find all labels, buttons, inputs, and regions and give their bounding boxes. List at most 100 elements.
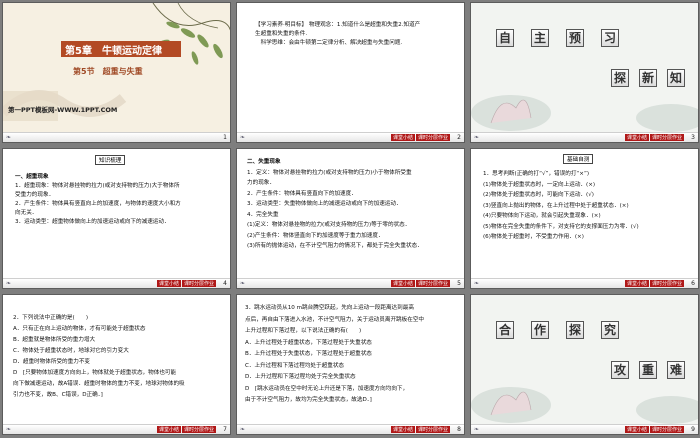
title-char: 难 xyxy=(667,361,685,379)
title-char: 探 xyxy=(611,69,629,87)
section-tag: 知识梳理 xyxy=(95,155,126,165)
text-line: 生超重和失重的条件. xyxy=(255,31,308,37)
nav-homework-button[interactable]: 课时分层作业 xyxy=(415,426,450,433)
nav-homework-button[interactable]: 课时分层作业 xyxy=(181,280,216,287)
text-line: 3．运动类型：失重物体做向上的减速运动或向下的加速运动． xyxy=(247,201,402,207)
slide-thumbnail-4[interactable]: 知识梳理 一、超重现象 1．超重现象：物体对悬挂物的拉力(或对支持物的压力)大于… xyxy=(2,148,231,289)
nav-summary-button[interactable]: 课堂小结 xyxy=(624,426,649,433)
nav-summary-button[interactable]: 课堂小结 xyxy=(390,134,415,141)
section-tag: 基础自测 xyxy=(563,154,594,164)
slide-footer: ❧ 课堂小结 课时分层作业 xyxy=(237,424,464,434)
slide-text: 1．思考判断(正确的打“√”，错误的打“×”) (1)物体处于超重状态时，一定向… xyxy=(483,169,639,243)
leaf-icon: ❧ xyxy=(240,426,246,433)
title-char: 新 xyxy=(639,69,657,87)
nav-summary-button[interactable]: 课堂小结 xyxy=(624,134,649,141)
slide-thumbnail-5[interactable]: 二、失重现象 1．定义：物体对悬挂物的拉力(或对支持物的压力)小于物体所受重 力… xyxy=(236,148,465,289)
text-line: 点后，再自由下落进入水池，不计空气阻力，关于运动员离开跳板在空中 xyxy=(245,316,425,323)
leaf-icon: ❧ xyxy=(240,134,246,141)
nav-homework-button[interactable]: 课时分层作业 xyxy=(649,426,684,433)
slide-thumbnail-8[interactable]: 3．跳水运动员从10 m跳台腾空跃起，先向上运动一段距离达到最高 点后，再自由下… xyxy=(236,294,465,435)
text-line: D．超重时物体所受的重力不变 xyxy=(13,359,91,365)
leaf-icon: ❧ xyxy=(474,426,480,433)
slide-number: 7 xyxy=(223,426,227,433)
nav-summary-button[interactable]: 课堂小结 xyxy=(156,426,181,433)
site-watermark: 第一PPT模板网-WWW.1PPT.COM xyxy=(8,106,118,114)
text-line: 受重力的现象． xyxy=(15,192,55,198)
text-line: (6)物体处于超重时，不受重力作用．(×) xyxy=(483,234,584,240)
footer-nav: 课堂小结 课时分层作业 xyxy=(624,280,684,287)
nav-summary-button[interactable]: 课堂小结 xyxy=(624,280,649,287)
slide-text: 3．跳水运动员从10 m跳台腾空跃起，先向上运动一段距离达到最高 点后，再自由下… xyxy=(245,303,424,407)
nav-homework-button[interactable]: 课时分层作业 xyxy=(649,134,684,141)
title-char: 自 xyxy=(496,29,514,47)
slide-thumbnail-7[interactable]: 2．下列说法中正确的是( ) A．只有正在向上运动的物体，才有可能处于超重状态 … xyxy=(2,294,231,435)
section-title: 第5节 超重与失重 xyxy=(73,67,143,76)
slide-thumbnail-1[interactable]: 第5章 牛顿运动定律 第5节 超重与失重 第一PPT模板网-WWW.1PPT.C… xyxy=(2,2,231,143)
slide-footer: ❧ 课堂小结 课时分层作业 xyxy=(237,278,464,288)
slide-footer: ❧ xyxy=(3,132,230,142)
slide-number: 5 xyxy=(457,280,461,287)
nav-homework-button[interactable]: 课时分层作业 xyxy=(415,280,450,287)
title-char: 主 xyxy=(531,29,549,47)
text-line: 1．定义：物体对悬挂物的拉力(或对支持物的压力)小于物体所受重 xyxy=(247,169,412,176)
slide-text: 【学习素养·明目标】 物理观念：1.知道什么是超重和失重2.知道产 生超重和失重… xyxy=(255,21,420,48)
text-line: B．上升过程处于失重状态，下落过程处于超重状态 xyxy=(245,351,372,357)
text-line: (2)物体处于超重状态时，可能向下运动．(√) xyxy=(483,192,594,198)
nav-summary-button[interactable]: 课堂小结 xyxy=(156,280,181,287)
text-line: 1．超重现象：物体对悬挂物的拉力(或对支持物的压力)大于物体所 xyxy=(15,183,180,189)
nav-homework-button[interactable]: 课时分层作业 xyxy=(181,426,216,433)
slide-thumbnail-2[interactable]: 【学习素养·明目标】 物理观念：1.知道什么是超重和失重2.知道产 生超重和失重… xyxy=(236,2,465,143)
lotus-decoration xyxy=(471,387,698,424)
nav-summary-button[interactable]: 课堂小结 xyxy=(390,426,415,433)
text-line: 1．思考判断(正确的打“√”，错误的打“×”) xyxy=(483,171,590,177)
text-line: B．超重就是物体所受的重力增大 xyxy=(13,337,96,343)
title-char: 习 xyxy=(601,29,619,47)
text-line: (4)只要物体向下运动，就会引起失重现象．(×) xyxy=(483,213,601,219)
footer-nav: 课堂小结 课时分层作业 xyxy=(156,426,216,433)
title-char: 重 xyxy=(639,361,657,379)
text-line: 二、失重现象 xyxy=(247,159,281,165)
nav-homework-button[interactable]: 课时分层作业 xyxy=(415,134,450,141)
text-line: 一、超重现象 xyxy=(15,174,49,180)
text-line: (1)物体处于超重状态时，一定向上运动．(×) xyxy=(483,181,596,188)
slide-thumbnail-9[interactable]: 合 作 探 究 攻 重 难 ❧ 课堂小结 课时分层作业 9 xyxy=(470,294,699,435)
text-line: 3．运动类型：超重物体做向上的加速运动或向下的减速运动． xyxy=(15,219,170,225)
footer-nav: 课堂小结 课时分层作业 xyxy=(624,134,684,141)
footer-nav: 课堂小结 课时分层作业 xyxy=(390,134,450,141)
text-line: (1)定义：物体对悬挂物的拉力(或对支持物的压力)等于零的状态． xyxy=(247,222,411,228)
footer-nav: 课堂小结 课时分层作业 xyxy=(390,280,450,287)
slide-footer: ❧ 课堂小结 课时分层作业 xyxy=(471,278,698,288)
slide-thumbnail-6[interactable]: 基础自测 1．思考判断(正确的打“√”，错误的打“×”) (1)物体处于超重状态… xyxy=(470,148,699,289)
footer-nav: 课堂小结 课时分层作业 xyxy=(156,280,216,287)
title-char: 知 xyxy=(667,69,685,87)
nav-summary-button[interactable]: 课堂小结 xyxy=(390,280,415,287)
title-char: 探 xyxy=(566,321,584,339)
slide-thumbnail-3[interactable]: 自 主 预 习 探 新 知 ❧ 课堂小结 课时分层作业 3 xyxy=(470,2,699,143)
text-line: 上升过程和下落过程，以下说法正确的有( ) xyxy=(245,328,362,334)
text-line: D．上升过程和下落过程均处于完全失重状态 xyxy=(245,374,356,380)
text-line: C．上升过程和下落过程均处于超重状态 xyxy=(245,362,345,369)
slide-footer: ❧ 课堂小结 课时分层作业 xyxy=(471,132,698,142)
slide-footer: ❧ 课堂小结 课时分层作业 xyxy=(3,424,230,434)
text-line: 科学思维：会由牛顿第二定律分析、解决超重与失重问题. xyxy=(255,40,403,46)
text-line: D [只要物体加速度方向向上，物体就处于超重状态，物体也可能 xyxy=(13,370,177,376)
lotus-decoration xyxy=(471,95,698,132)
leaf-icon: ❧ xyxy=(6,280,12,287)
slide-footer: ❧ 课堂小结 课时分层作业 xyxy=(3,278,230,288)
leaf-icon: ❧ xyxy=(6,426,12,433)
nav-homework-button[interactable]: 课时分层作业 xyxy=(649,280,684,287)
text-line: 2．产生条件：物体具有竖直向下的加速度． xyxy=(247,190,357,197)
slide-number: 8 xyxy=(457,426,461,433)
text-line: 由于不计空气阻力，故均为完全失重状态，故选D．] xyxy=(245,397,372,403)
text-line: (2)产生条件：物体竖直向下的加速度等于重力加速度． xyxy=(247,232,384,239)
title-char: 攻 xyxy=(611,361,629,379)
slide-number: 1 xyxy=(223,134,227,141)
text-line: 2．产生条件：物体具有竖直向上的加速度，与物体的速度大小和方 xyxy=(15,201,181,207)
leaf-icon: ❧ xyxy=(474,134,480,141)
leaf-icon: ❧ xyxy=(240,280,246,287)
text-line: A．只有正在向上运动的物体，才有可能处于超重状态 xyxy=(13,326,146,332)
text-line: 向无关． xyxy=(15,210,38,216)
slide-number: 2 xyxy=(457,134,461,141)
text-line: (3)竖直向上抛出的物体，在上升过程中处于超重状态．(×) xyxy=(483,202,629,209)
slide-footer: ❧ 课堂小结 课时分层作业 xyxy=(237,132,464,142)
